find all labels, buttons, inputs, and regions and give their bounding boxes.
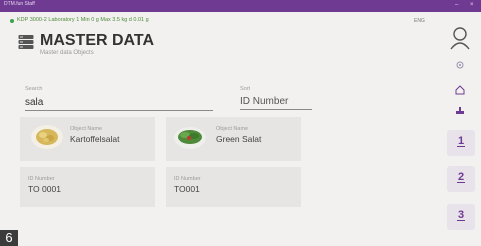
close-button[interactable]: × [470, 1, 474, 10]
window-titlebar: DTM.fun Staff – × [0, 0, 481, 12]
settings-icon[interactable] [455, 57, 465, 75]
favorite-number: 2 [457, 171, 465, 183]
id-number-label: ID Number [174, 176, 201, 182]
page-subtitle: Master data Objects [40, 50, 94, 56]
favorite-button-2[interactable]: 2 [447, 166, 475, 192]
id-card[interactable]: ID Number TO 0001 [20, 167, 155, 207]
search-input[interactable] [25, 95, 213, 111]
favorite-number: 1 [457, 135, 465, 147]
object-thumbnail [31, 125, 63, 149]
window-title: DTM.fun Staff [4, 1, 35, 7]
status-text: KDP 3000-2 Laboratory 1 Min 0 g Max 3.5 … [17, 17, 149, 23]
id-number: TO001 [174, 184, 200, 194]
favorite-number: 3 [457, 209, 465, 221]
id-number-label: ID Number [28, 176, 55, 182]
object-name: Kartoffelsalat [70, 134, 120, 144]
object-card[interactable]: Object Name Kartoffelsalat [20, 117, 155, 161]
language-selector[interactable]: ENG [414, 18, 425, 24]
page-number-badge: 6 [0, 230, 18, 246]
user-icon[interactable] [449, 26, 471, 55]
favorite-button-1[interactable]: 1 [447, 130, 475, 156]
page-title: MASTER DATA [40, 32, 155, 49]
id-number: TO 0001 [28, 184, 61, 194]
right-sidebar: 1 2 3 [441, 12, 481, 246]
status-indicator-icon [10, 19, 14, 23]
minimize-button[interactable]: – [455, 1, 458, 10]
object-name-label: Object Name [70, 126, 103, 132]
home-icon[interactable] [455, 82, 465, 100]
sort-label: Sort [240, 86, 251, 92]
scale-icon[interactable] [455, 102, 465, 120]
object-thumbnail [174, 125, 206, 149]
object-name: Green Salat [216, 134, 262, 144]
database-icon [18, 34, 34, 50]
favorite-button-3[interactable]: 3 [447, 204, 475, 230]
search-label: Search [25, 86, 43, 92]
object-name-label: Object Name [216, 126, 249, 132]
sort-select[interactable]: ID Number [240, 94, 312, 110]
id-card[interactable]: ID Number TO001 [166, 167, 301, 207]
status-bar: KDP 3000-2 Laboratory 1 Min 0 g Max 3.5 … [0, 12, 440, 30]
object-card[interactable]: Object Name Green Salat [166, 117, 301, 161]
